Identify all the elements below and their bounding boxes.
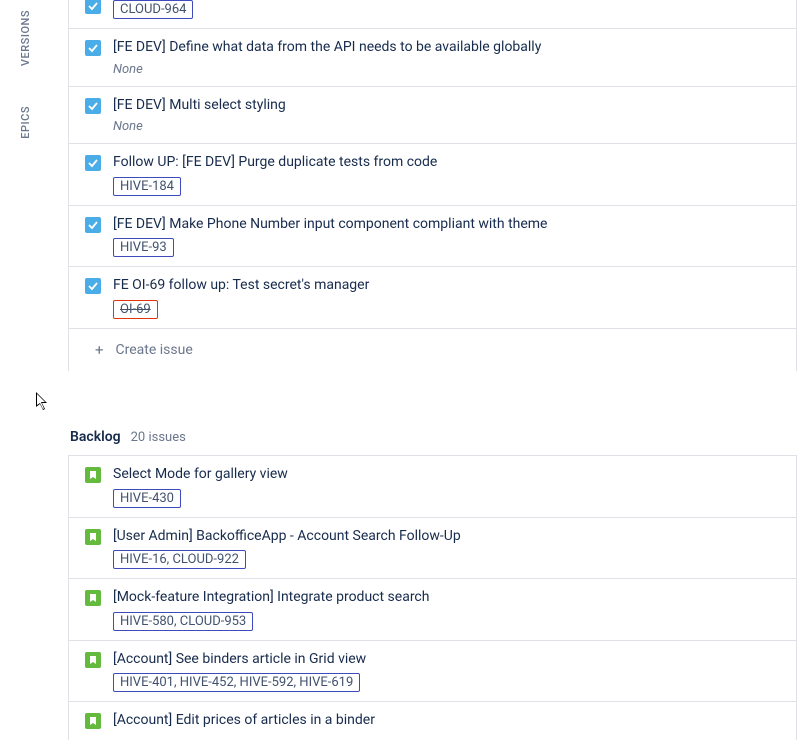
issue-epic-tag[interactable]: HIVE-16, CLOUD-922 <box>113 550 246 569</box>
story-icon <box>85 590 101 606</box>
issue-title: [Account] Edit prices of articles in a b… <box>113 711 784 731</box>
backlog-title: Backlog <box>70 429 121 445</box>
story-icon <box>85 529 101 545</box>
issue-title: [Account] See binders article in Grid vi… <box>113 650 784 670</box>
story-icon <box>85 467 101 483</box>
task-icon <box>85 98 101 114</box>
issue-epic-none: None <box>113 119 784 134</box>
issue-title: [FE DEV] Define what data from the API n… <box>113 38 784 58</box>
task-icon <box>85 217 101 233</box>
backlog-header[interactable]: Backlog 20 issues <box>68 429 797 445</box>
issue-epic-tag[interactable]: HIVE-184 <box>113 177 181 196</box>
issue-row[interactable]: [User Admin] BackofficeApp - Account Sea… <box>69 518 796 580</box>
sidebar-tab-versions[interactable]: VERSIONS <box>19 10 32 66</box>
backlog-count: 20 issues <box>131 430 186 445</box>
issue-row[interactable]: [FE DEV] Make Phone Number input compone… <box>69 206 796 268</box>
issue-row[interactable]: Follow UP: [FE DEV] Purge duplicate test… <box>69 144 796 206</box>
issue-row[interactable]: Select Mode for gallery view HIVE-430 <box>69 456 796 518</box>
sidebar-tab-epics[interactable]: EPICS <box>19 106 32 139</box>
create-issue-label: Create issue <box>116 342 193 358</box>
plus-icon: + <box>95 341 104 359</box>
issue-title: [FE DEV] Multi select styling <box>113 96 784 116</box>
issue-title: [Mock-feature Integration] Integrate pro… <box>113 588 784 608</box>
task-icon <box>85 278 101 294</box>
issue-row[interactable]: [FE-DEV] Fetch another account's country… <box>69 0 796 29</box>
issue-row[interactable]: [FE DEV] Define what data from the API n… <box>69 29 796 87</box>
issue-epic-tag[interactable]: CLOUD-964 <box>113 0 193 19</box>
issue-title: Follow UP: [FE DEV] Purge duplicate test… <box>113 153 784 173</box>
create-issue-button[interactable]: + Create issue <box>69 329 796 371</box>
issue-row[interactable]: [Account] Edit prices of articles in a b… <box>69 702 796 740</box>
sprint-list: [FE-DEV] Fetch another account's country… <box>68 0 797 371</box>
issue-row[interactable]: [Mock-feature Integration] Integrate pro… <box>69 579 796 641</box>
sidebar: VERSIONS EPICS <box>0 0 50 139</box>
backlog-list: Select Mode for gallery view HIVE-430 [U… <box>68 455 797 740</box>
cursor-icon <box>36 392 52 412</box>
story-icon <box>85 652 101 668</box>
issue-title: Select Mode for gallery view <box>113 465 784 485</box>
main: [FE-DEV] Fetch another account's country… <box>68 0 797 740</box>
issue-epic-tag[interactable]: HIVE-93 <box>113 238 174 257</box>
story-icon <box>85 713 101 729</box>
issue-row[interactable]: [Account] See binders article in Grid vi… <box>69 641 796 703</box>
issue-epic-none: None <box>113 62 784 77</box>
issue-title: [User Admin] BackofficeApp - Account Sea… <box>113 527 784 547</box>
issue-title: [FE DEV] Make Phone Number input compone… <box>113 215 784 235</box>
issue-epic-tag[interactable]: HIVE-401, HIVE-452, HIVE-592, HIVE-619 <box>113 673 360 692</box>
issue-epic-tag[interactable]: OI-69 <box>113 300 158 319</box>
task-icon <box>85 155 101 171</box>
task-icon <box>85 40 101 56</box>
issue-row[interactable]: [FE DEV] Multi select styling None <box>69 87 796 145</box>
issue-epic-tag[interactable]: HIVE-580, CLOUD-953 <box>113 612 253 631</box>
issue-row[interactable]: FE OI-69 follow up: Test secret's manage… <box>69 267 796 329</box>
issue-epic-tag[interactable]: HIVE-430 <box>113 489 181 508</box>
issue-title: FE OI-69 follow up: Test secret's manage… <box>113 276 784 296</box>
task-icon <box>85 0 101 14</box>
